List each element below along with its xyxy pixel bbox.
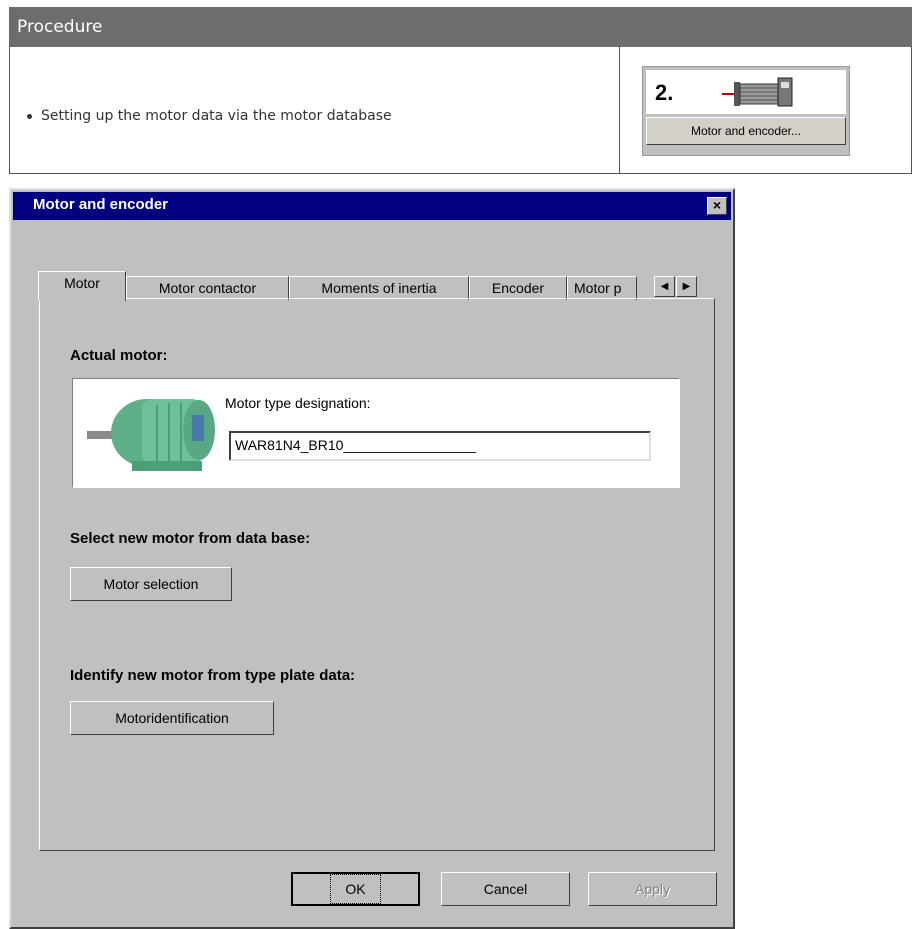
motor-encoder-dialog: Motor and encoder × Motor Motor contacto… xyxy=(9,188,735,929)
tab-motor-contactor[interactable]: Motor contactor xyxy=(126,276,289,300)
apply-button[interactable]: Apply xyxy=(588,872,717,906)
tab-scroll-right-button[interactable]: ▶ xyxy=(676,276,697,297)
procedure-divider xyxy=(619,47,620,173)
close-icon: × xyxy=(712,197,722,213)
motor-type-label: Motor type designation: xyxy=(225,395,371,411)
procedure-bullet-text: Setting up the motor data via the motor … xyxy=(41,108,392,124)
dialog-title-bar[interactable]: Motor and encoder × xyxy=(13,192,731,220)
procedure-header: Procedure xyxy=(9,7,912,47)
right-arrow-icon: ▶ xyxy=(682,281,691,292)
motor-selection-button[interactable]: Motor selection xyxy=(70,567,232,601)
ok-button[interactable]: OK xyxy=(291,872,420,906)
tab-encoder[interactable]: Encoder xyxy=(469,276,567,300)
tab-moments-of-inertia[interactable]: Moments of inertia xyxy=(289,276,469,300)
motor-icon xyxy=(722,77,793,107)
identify-motor-label: Identify new motor from type plate data: xyxy=(70,667,356,684)
actual-motor-label: Actual motor: xyxy=(70,347,168,364)
dialog-title: Motor and encoder xyxy=(33,196,169,213)
procedure-bullet: Setting up the motor data via the motor … xyxy=(27,108,392,124)
actual-motor-box: Motor type designation: WAR81N4_BR10____… xyxy=(72,378,680,488)
bullet-icon xyxy=(27,113,32,119)
step-number: 2. xyxy=(655,80,674,105)
motor-type-field[interactable]: WAR81N4_BR10_________________ xyxy=(229,431,651,461)
motor-identification-button[interactable]: Motoridentification xyxy=(70,701,274,735)
tab-motor-partial[interactable]: Motor p xyxy=(567,276,637,300)
motor-and-encoder-step-button[interactable]: Motor and encoder... xyxy=(646,117,846,145)
ok-button-label: OK xyxy=(330,874,381,904)
tab-scroll-left-button[interactable]: ◀ xyxy=(654,276,675,297)
procedure-body: Setting up the motor data via the motor … xyxy=(9,47,912,174)
left-arrow-icon: ◀ xyxy=(660,281,669,292)
motor-image xyxy=(87,399,215,471)
close-button[interactable]: × xyxy=(707,197,727,215)
tab-motor[interactable]: Motor xyxy=(38,271,126,301)
cancel-button[interactable]: Cancel xyxy=(441,872,570,906)
procedure-table: Procedure Setting up the motor data via … xyxy=(9,7,912,174)
step-illustration: 2. Motor and encoder... xyxy=(642,66,850,156)
select-motor-label: Select new motor from data base: xyxy=(70,530,311,547)
step-header: 2. xyxy=(646,70,846,114)
